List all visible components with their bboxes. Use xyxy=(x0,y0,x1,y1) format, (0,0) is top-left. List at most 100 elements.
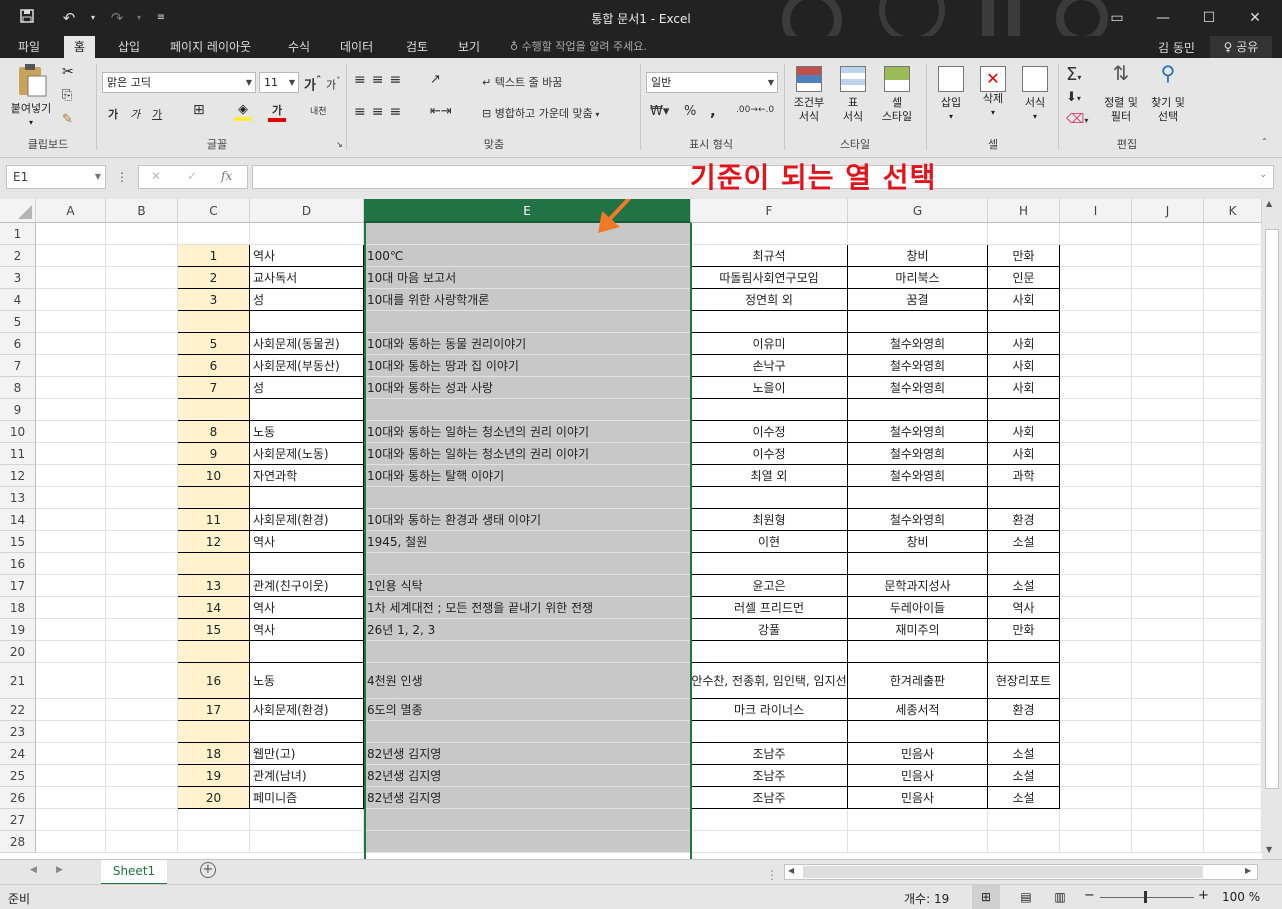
format-painter-icon[interactable]: ✎ xyxy=(62,112,73,127)
cell[interactable] xyxy=(1204,509,1262,531)
cell[interactable] xyxy=(1132,619,1204,641)
cell-c[interactable] xyxy=(178,553,250,575)
cell[interactable] xyxy=(1132,597,1204,619)
italic-button[interactable]: 가 xyxy=(130,106,140,122)
cell[interactable] xyxy=(1060,509,1132,531)
cell-e[interactable]: 82년생 김지영 xyxy=(364,765,691,787)
cell-d[interactable] xyxy=(250,831,364,853)
cell-f[interactable] xyxy=(691,487,848,509)
cell-c[interactable] xyxy=(178,399,250,421)
cell[interactable] xyxy=(1060,399,1132,421)
cell[interactable] xyxy=(106,421,178,443)
cell-f[interactable] xyxy=(691,311,848,333)
cell[interactable] xyxy=(1132,333,1204,355)
cell-g[interactable]: 철수와영희 xyxy=(848,421,988,443)
bold-button[interactable]: 가 xyxy=(108,106,118,122)
zoom-slider[interactable] xyxy=(1100,897,1194,898)
cell-c[interactable]: 13 xyxy=(178,575,250,597)
cell-h[interactable]: 소설 xyxy=(988,575,1060,597)
cell-e[interactable]: 6도의 멸종 xyxy=(364,699,691,721)
cell-e[interactable]: 10대와 통하는 동물 권리이야기 xyxy=(364,333,691,355)
wrap-text-button[interactable]: ↵ 텍스트 줄 바꿈 xyxy=(482,74,562,90)
cell-c[interactable] xyxy=(178,831,250,853)
cell[interactable] xyxy=(1204,443,1262,465)
cell-f[interactable]: 러셀 프리드먼 xyxy=(691,597,848,619)
zoom-level[interactable]: 100 % xyxy=(1222,890,1260,904)
cell-d[interactable]: 역사 xyxy=(250,619,364,641)
maximize-icon[interactable]: ☐ xyxy=(1186,4,1232,32)
cell[interactable] xyxy=(1060,465,1132,487)
cell-e[interactable]: 1차 세계대전 ; 모든 전쟁을 끝내기 위한 전쟁 xyxy=(364,597,691,619)
insert-cells-button[interactable]: 삽입 ▾ xyxy=(932,66,970,124)
cell[interactable] xyxy=(106,699,178,721)
font-color-button[interactable]: 가 xyxy=(268,102,286,122)
cell[interactable] xyxy=(106,399,178,421)
share-button[interactable]: ♀ 공유 xyxy=(1210,36,1272,58)
zoom-in-icon[interactable]: + xyxy=(1198,888,1209,903)
cell-g[interactable] xyxy=(848,721,988,743)
cell[interactable] xyxy=(1204,765,1262,787)
row-header[interactable]: 21 xyxy=(0,663,36,699)
cell-d[interactable] xyxy=(250,223,364,245)
cell[interactable] xyxy=(1060,619,1132,641)
cell-e[interactable] xyxy=(364,311,691,333)
menu-home[interactable]: 홈 xyxy=(64,36,96,58)
cell[interactable] xyxy=(1060,831,1132,853)
column-header-j[interactable]: J xyxy=(1132,199,1204,223)
cell-f[interactable]: 윤고은 xyxy=(691,575,848,597)
cell-e[interactable]: 10대 마음 보고서 xyxy=(364,267,691,289)
row-header[interactable]: 7 xyxy=(0,355,36,377)
cell-d[interactable]: 자연과학 xyxy=(250,465,364,487)
cell[interactable] xyxy=(36,333,106,355)
cell-h[interactable]: 사회 xyxy=(988,377,1060,399)
cell[interactable] xyxy=(1060,743,1132,765)
cell-e[interactable]: 4천원 인생 xyxy=(364,663,691,699)
cell[interactable] xyxy=(106,509,178,531)
comma-button[interactable]: , xyxy=(710,102,716,120)
cell[interactable] xyxy=(1132,699,1204,721)
cell-d[interactable] xyxy=(250,399,364,421)
cell[interactable] xyxy=(1132,465,1204,487)
row-header[interactable]: 12 xyxy=(0,465,36,487)
cell-h[interactable]: 사회 xyxy=(988,443,1060,465)
enter-icon[interactable]: ✓ xyxy=(187,169,197,183)
ribbon-display-icon[interactable]: ▭ xyxy=(1094,4,1140,32)
cell[interactable] xyxy=(1132,311,1204,333)
cell-c[interactable]: 11 xyxy=(178,509,250,531)
column-header-d[interactable]: D xyxy=(250,199,364,223)
cell[interactable] xyxy=(1132,487,1204,509)
cell-c[interactable] xyxy=(178,223,250,245)
cell-e[interactable]: 82년생 김지영 xyxy=(364,787,691,809)
cell[interactable] xyxy=(106,443,178,465)
cell[interactable] xyxy=(106,289,178,311)
cell[interactable] xyxy=(1060,531,1132,553)
cell[interactable] xyxy=(1132,663,1204,699)
cell-f[interactable]: 이유미 xyxy=(691,333,848,355)
cell-d[interactable]: 노동 xyxy=(250,421,364,443)
cell-f[interactable]: 최원형 xyxy=(691,509,848,531)
copy-icon[interactable]: ⎘ xyxy=(62,88,72,103)
tab-sheet1[interactable]: Sheet1 xyxy=(101,860,167,885)
cell-g[interactable]: 민음사 xyxy=(848,743,988,765)
cell-d[interactable]: 관계(친구이웃) xyxy=(250,575,364,597)
cell[interactable] xyxy=(36,619,106,641)
add-sheet-icon[interactable]: + xyxy=(200,862,216,878)
cell-h[interactable] xyxy=(988,487,1060,509)
cell-g[interactable]: 철수와영희 xyxy=(848,377,988,399)
conditional-format-button[interactable]: 조건부 서식 xyxy=(788,66,830,124)
row-header[interactable]: 23 xyxy=(0,721,36,743)
cell-g[interactable] xyxy=(848,223,988,245)
cell-c[interactable]: 6 xyxy=(178,355,250,377)
cell-c[interactable]: 8 xyxy=(178,421,250,443)
cell[interactable] xyxy=(1204,267,1262,289)
cut-icon[interactable]: ✂ xyxy=(62,64,74,80)
cell-e[interactable]: 1945, 철원 xyxy=(364,531,691,553)
cell-c[interactable]: 10 xyxy=(178,465,250,487)
horizontal-scrollbar[interactable]: ◀ ▶ xyxy=(784,864,1258,880)
cell[interactable] xyxy=(1204,619,1262,641)
cell[interactable] xyxy=(1060,311,1132,333)
row-header[interactable]: 18 xyxy=(0,597,36,619)
format-cells-button[interactable]: 서식 ▾ xyxy=(1016,66,1054,124)
cell[interactable] xyxy=(36,765,106,787)
cell-c[interactable]: 20 xyxy=(178,787,250,809)
